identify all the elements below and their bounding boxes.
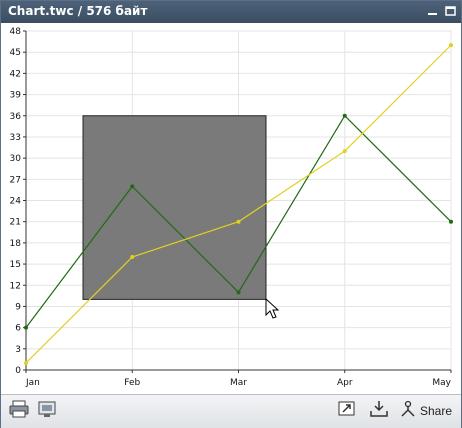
y-tick-label: 9 [15,302,21,312]
data-point [236,290,241,295]
data-point [24,360,28,365]
data-point [130,255,135,259]
download-button[interactable] [369,400,391,422]
y-tick-label: 3 [15,345,21,355]
minimize-icon[interactable] [425,4,440,19]
mouse-cursor-icon [265,297,280,319]
x-tick-label: Apr [337,378,353,388]
y-tick-labels: 036912151821242730333639424548 [10,27,22,376]
x-tick-label: May [432,378,451,388]
data-point [24,325,28,330]
maximize-icon[interactable] [443,4,458,19]
x-tick-labels: Jan Feb Mar Apr May [25,378,452,388]
y-tick-label: 33 [10,133,21,143]
chart-area[interactable]: 0 3 6 9 12 15 18 21 24 27 30 33 36 39 42 45 48 Jan Feb Mar… [1,23,461,394]
line-chart[interactable]: 036912151821242730333639424548 Jan Feb Mar… [1,23,461,394]
export-icon [337,400,357,422]
download-icon [369,400,389,422]
save-image-button[interactable] [37,400,59,422]
share-label: Share [420,404,453,418]
x-tick-label: Jan [25,378,40,388]
y-tick-label: 30 [10,154,22,164]
data-point [449,43,453,48]
image-icon [37,400,57,422]
y-tick-label: 45 [10,48,21,58]
y-tick-label: 15 [10,260,21,270]
export-button[interactable] [337,400,359,422]
y-tick-label: 42 [10,69,21,79]
x-tick-label: Mar [230,378,247,388]
y-tick-label: 27 [10,175,21,185]
share-button[interactable]: Share [399,400,455,422]
data-point [342,149,347,154]
data-point [449,219,453,224]
y-tick-label: 36 [10,112,22,122]
y-tick-label: 0 [15,366,21,376]
selection-box[interactable] [82,115,267,300]
share-icon [399,400,417,422]
title-bar[interactable]: Chart.twc / 576 байт [1,1,461,23]
data-point [236,219,241,224]
y-tick-label: 39 [10,91,22,101]
y-tick-label: 12 [10,281,21,291]
x-tick-label: Feb [124,378,140,388]
window-title: Chart.twc / 576 байт [8,4,148,18]
chart-window: Chart.twc / 576 байт 0 3 6 9 12 15 18 21 24 27 30 3… [0,0,462,428]
print-button[interactable] [9,400,31,422]
y-tick-label: 21 [10,218,21,228]
y-tick-label: 48 [10,27,22,37]
printer-icon [9,400,29,422]
bottom-toolbar: Share [1,394,461,428]
y-tick-label: 24 [10,197,22,207]
y-tick-label: 18 [10,239,22,249]
data-point [342,113,347,118]
data-point [130,184,135,189]
y-tick-label: 6 [15,324,21,334]
